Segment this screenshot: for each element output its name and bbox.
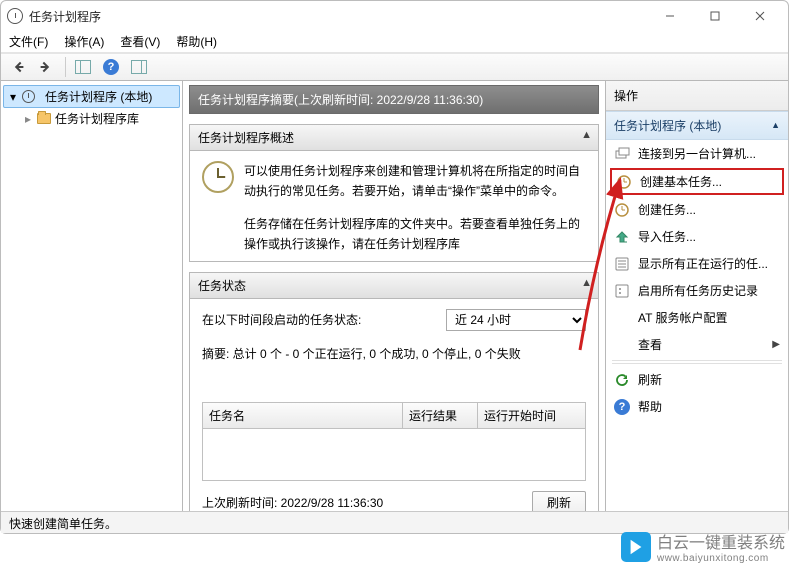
task-table-body[interactable] <box>202 429 586 481</box>
nav-forward-button[interactable] <box>33 55 59 79</box>
action-item-1[interactable]: 创建基本任务... <box>610 168 784 195</box>
overview-paragraph-1: 可以使用任务计划程序来创建和管理计算机将在所指定的时间自动执行的常见任务。若要开… <box>244 161 586 202</box>
status-title-text: 任务状态 <box>198 279 246 293</box>
nav-back-button[interactable] <box>5 55 31 79</box>
action-icon <box>614 310 630 326</box>
show-actions-button[interactable] <box>126 55 152 79</box>
action-icon: ? <box>614 399 630 415</box>
overview-title-text: 任务计划程序概述 <box>198 131 294 145</box>
main-pane: 任务计划程序摘要(上次刷新时间: 2022/9/28 11:36:30) 任务计… <box>183 81 606 511</box>
action-item-2[interactable]: 创建任务... <box>606 196 788 223</box>
action-icon <box>614 372 630 388</box>
action-item-7[interactable]: 查看 ▶ <box>606 331 788 358</box>
action-icon <box>614 337 630 353</box>
tree-library-node[interactable]: ▸ 任务计划程序库 <box>3 108 180 129</box>
menubar: 文件(F) 操作(A) 查看(V) 帮助(H) <box>1 31 788 53</box>
app-window: 任务计划程序 文件(F) 操作(A) 查看(V) 帮助(H) ? ▾ 任务计划程… <box>0 0 789 534</box>
statusbar: 快速创建简单任务。 <box>1 511 788 533</box>
help-button[interactable]: ? <box>98 55 124 79</box>
status-summary: 摘要: 总计 0 个 - 0 个正在运行, 0 个成功, 0 个停止, 0 个失… <box>202 345 586 362</box>
clock-icon <box>22 90 35 103</box>
col-run-result[interactable]: 运行结果 <box>403 403 478 428</box>
action-icon <box>614 256 630 272</box>
overview-body: 可以使用任务计划程序来创建和管理计算机将在所指定的时间自动执行的常见任务。若要开… <box>189 151 599 262</box>
actions-group-label: 任务计划程序 (本地) <box>614 119 721 133</box>
action-label: 查看 <box>638 336 662 353</box>
overview-paragraph-2: 任务存储在任务计划程序库的文件夹中。若要查看单独任务上的操作或执行该操作，请在任… <box>244 214 586 255</box>
menu-file[interactable]: 文件(F) <box>9 33 48 50</box>
action-item-4[interactable]: 显示所有正在运行的任... <box>606 250 788 277</box>
action-icon <box>616 174 632 190</box>
action-icon <box>614 146 630 162</box>
clock-app-icon <box>7 8 23 24</box>
status-body: 在以下时间段启动的任务状态: 近 24 小时 摘要: 总计 0 个 - 0 个正… <box>189 299 599 511</box>
status-range-select[interactable]: 近 24 小时 <box>446 309 586 331</box>
watermark-url: www.baiyunxitong.com <box>657 553 785 564</box>
tree-pane: ▾ 任务计划程序 (本地) ▸ 任务计划程序库 <box>1 81 183 511</box>
task-table-header: 任务名 运行结果 运行开始时间 <box>202 402 586 429</box>
clock-large-icon <box>202 161 234 193</box>
refresh-button[interactable]: 刷新 <box>532 491 586 511</box>
tree-library-label: 任务计划程序库 <box>55 110 139 127</box>
action-label: 导入任务... <box>638 228 696 245</box>
close-button[interactable] <box>737 1 782 31</box>
action-item-0[interactable]: 连接到另一台计算机... <box>606 140 788 167</box>
watermark: 白云一键重装系统 www.baiyunxitong.com <box>621 529 785 564</box>
tree-root-node[interactable]: ▾ 任务计划程序 (本地) <box>3 85 180 108</box>
action-label: AT 服务帐户配置 <box>638 309 728 326</box>
action-icon <box>614 202 630 218</box>
col-task-name[interactable]: 任务名 <box>203 403 403 428</box>
toolbar: ? <box>1 53 788 81</box>
overview-section-title[interactable]: 任务计划程序概述 ▲ <box>189 124 599 151</box>
actions-pane: 操作 任务计划程序 (本地) ▲ 连接到另一台计算机... 创建基本任务... 创建… <box>606 81 788 511</box>
action-label: 创建任务... <box>638 201 696 218</box>
main-header: 任务计划程序摘要(上次刷新时间: 2022/9/28 11:36:30) <box>189 85 599 114</box>
last-refresh-label: 上次刷新时间: 2022/9/28 11:36:30 <box>202 494 383 511</box>
collapse-icon: ▲ <box>771 120 780 130</box>
menu-action[interactable]: 操作(A) <box>64 33 104 50</box>
action-icon <box>614 229 630 245</box>
actions-group-header[interactable]: 任务计划程序 (本地) ▲ <box>606 111 788 140</box>
menu-view[interactable]: 查看(V) <box>120 33 160 50</box>
status-section-title[interactable]: 任务状态 ▲ <box>189 272 599 299</box>
action-item-9[interactable]: ? 帮助 <box>606 393 788 420</box>
collapse-icon[interactable]: ▲ <box>581 129 592 141</box>
window-title: 任务计划程序 <box>29 8 101 25</box>
chevron-right-icon: ▸ <box>23 114 33 124</box>
actions-pane-title: 操作 <box>606 81 788 111</box>
tree-root-label: 任务计划程序 (本地) <box>45 88 152 105</box>
action-label: 创建基本任务... <box>640 173 722 190</box>
action-item-3[interactable]: 导入任务... <box>606 223 788 250</box>
action-item-6[interactable]: AT 服务帐户配置 <box>606 304 788 331</box>
titlebar[interactable]: 任务计划程序 <box>1 1 788 31</box>
action-label: 显示所有正在运行的任... <box>638 255 768 272</box>
main-scroll[interactable]: 任务计划程序摘要(上次刷新时间: 2022/9/28 11:36:30) 任务计… <box>183 81 605 511</box>
action-item-8[interactable]: 刷新 <box>606 366 788 393</box>
chevron-down-icon: ▾ <box>8 92 18 102</box>
action-icon <box>614 283 630 299</box>
status-prompt: 在以下时间段启动的任务状态: <box>202 311 361 328</box>
action-item-5[interactable]: 启用所有任务历史记录 <box>606 277 788 304</box>
maximize-button[interactable] <box>692 1 737 31</box>
col-start-time[interactable]: 运行开始时间 <box>478 403 585 428</box>
minimize-button[interactable] <box>647 1 692 31</box>
actions-list: 连接到另一台计算机... 创建基本任务... 创建任务... 导入任务... 显示所有正… <box>606 140 788 420</box>
menu-help[interactable]: 帮助(H) <box>176 33 217 50</box>
folder-icon <box>37 113 51 124</box>
collapse-icon[interactable]: ▲ <box>581 277 592 289</box>
action-label: 启用所有任务历史记录 <box>638 282 758 299</box>
toolbar-separator <box>65 57 66 77</box>
action-label: 连接到另一台计算机... <box>638 145 756 162</box>
submenu-arrow-icon: ▶ <box>772 339 780 350</box>
action-label: 刷新 <box>638 371 662 388</box>
action-label: 帮助 <box>638 398 662 415</box>
show-tree-button[interactable] <box>70 55 96 79</box>
watermark-icon <box>621 532 651 562</box>
